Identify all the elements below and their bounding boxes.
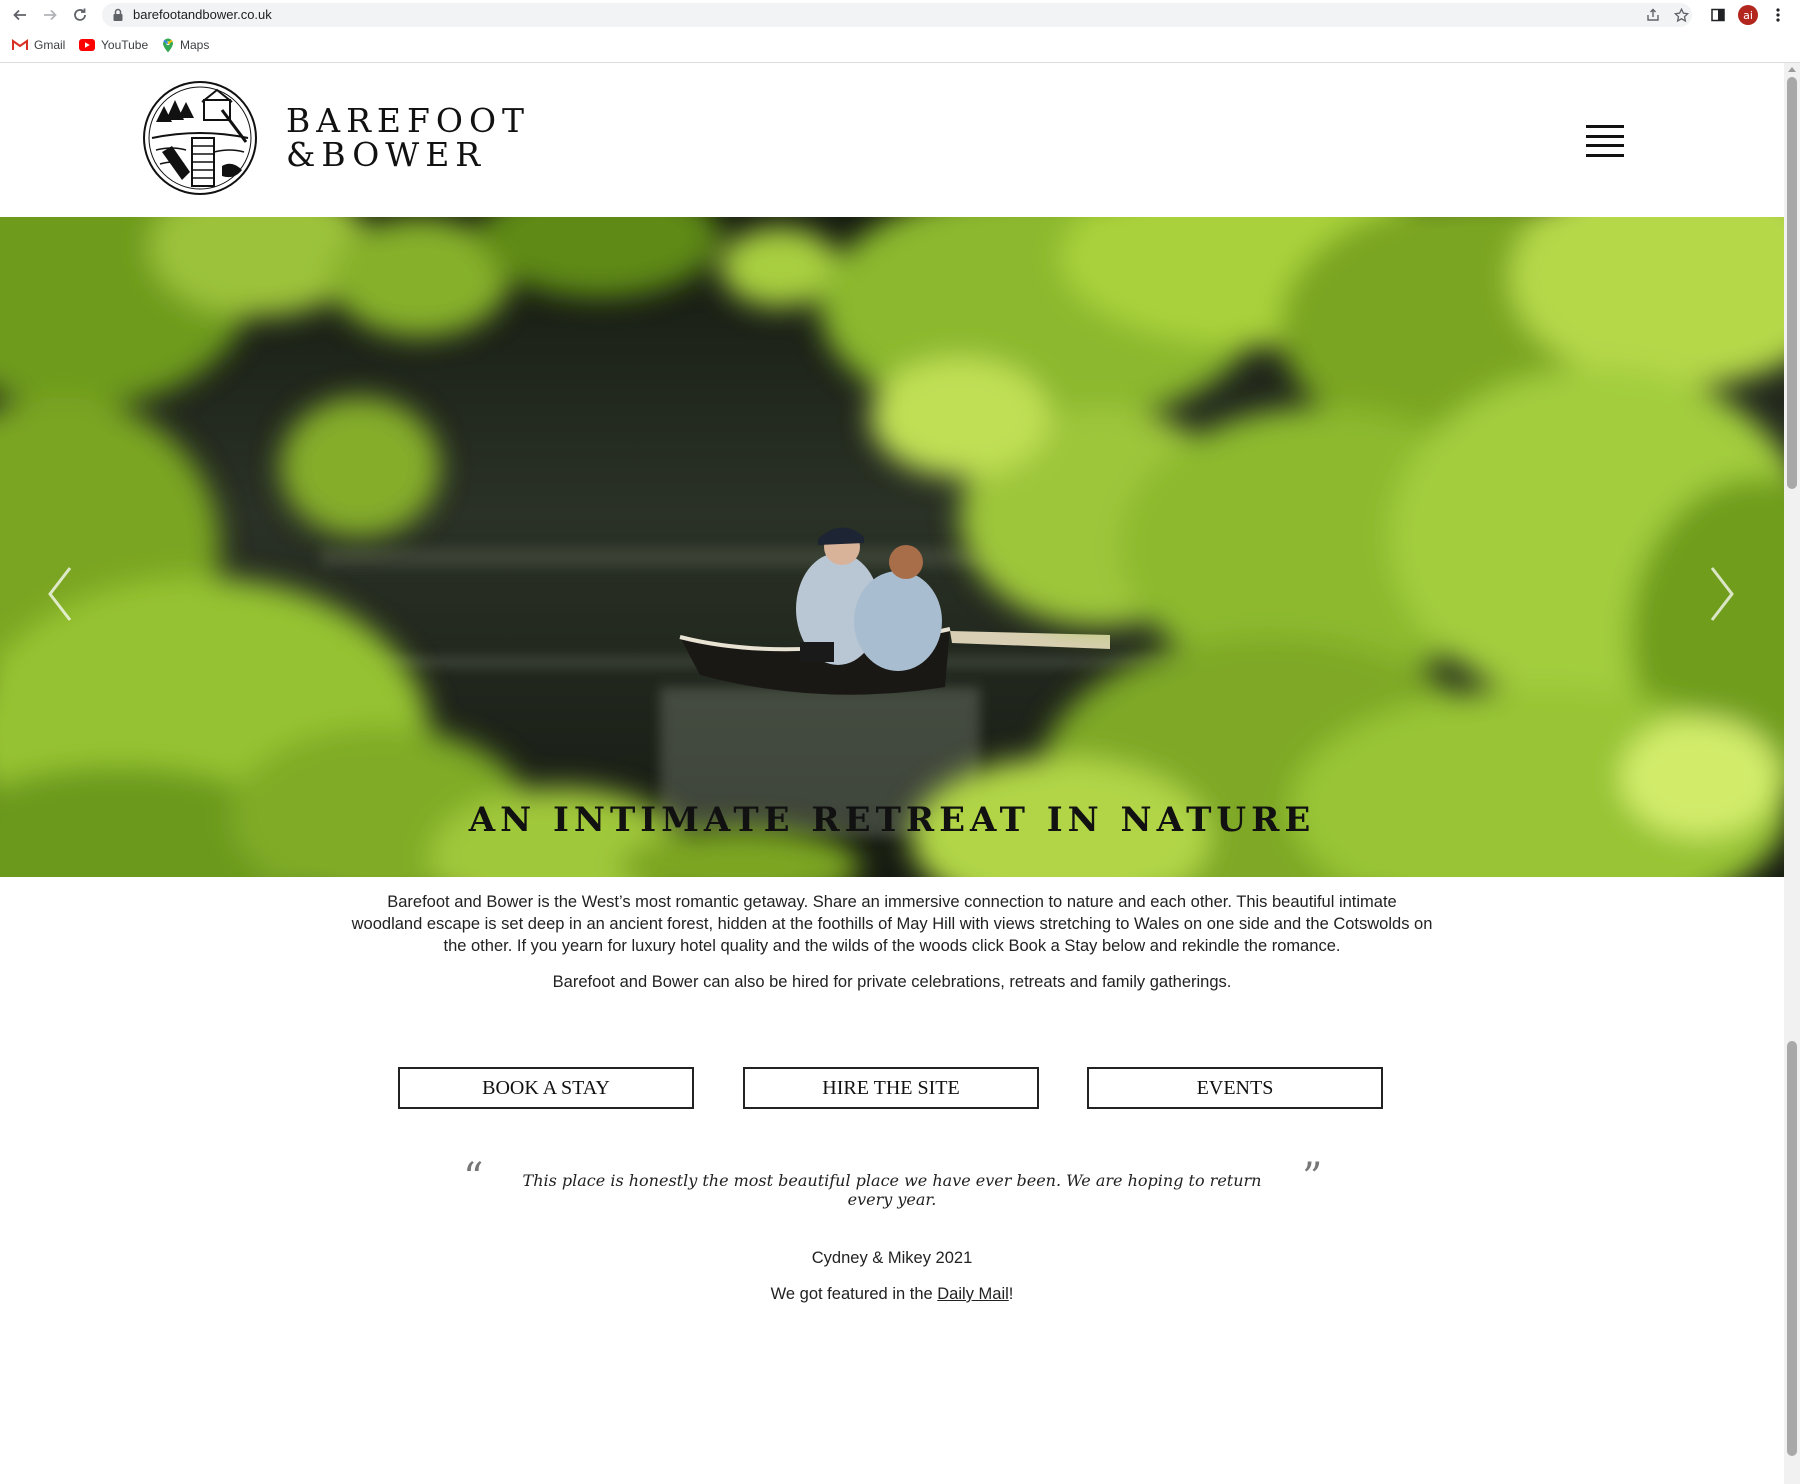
logo-wordmark: BAREFOOT &BOWER bbox=[286, 104, 530, 172]
page-scrollbar[interactable] bbox=[1784, 63, 1800, 1484]
hire-the-site-button[interactable]: HIRE THE SITE bbox=[743, 1067, 1039, 1109]
star-icon bbox=[1673, 7, 1689, 22]
quote-close-mark: ” bbox=[1302, 1155, 1323, 1201]
canoe-photo bbox=[0, 217, 1784, 877]
youtube-icon bbox=[79, 39, 95, 51]
bookmark-youtube[interactable]: YouTube bbox=[79, 35, 148, 55]
side-panel-button[interactable] bbox=[1706, 3, 1730, 27]
back-button[interactable] bbox=[8, 3, 32, 27]
logo-line-2: &BOWER bbox=[286, 135, 487, 174]
browser-menu-button[interactable] bbox=[1766, 3, 1790, 27]
featured-note: We got featured in the Daily Mail! bbox=[0, 1285, 1784, 1304]
intro-text: Barefoot and Bower is the West’s most ro… bbox=[350, 891, 1434, 1007]
maps-icon bbox=[163, 38, 173, 52]
browser-chrome: barefootandbower.co.uk ai Gmail YouTube … bbox=[0, 0, 1800, 63]
bookmark-label: Maps bbox=[180, 38, 210, 52]
bookmark-gmail[interactable]: Gmail bbox=[12, 35, 65, 55]
forward-button[interactable] bbox=[38, 3, 62, 27]
logo-emblem-icon bbox=[143, 81, 257, 195]
hamburger-bar bbox=[1586, 125, 1624, 128]
chevron-right-icon bbox=[1710, 567, 1734, 621]
testimonial-quote: This place is honestly the most beautifu… bbox=[522, 1171, 1262, 1209]
page-title: AN INTIMATE RETREAT IN NATURE bbox=[468, 800, 1316, 840]
url-text: barefootandbower.co.uk bbox=[133, 7, 272, 22]
page-viewport: BAREFOOT &BOWER AN INTIMATE RETREAT IN N… bbox=[0, 63, 1784, 1484]
hero-carousel bbox=[0, 217, 1784, 877]
testimonial-attribution: Cydney & Mikey 2021 bbox=[811, 1249, 973, 1267]
hamburger-bar bbox=[1586, 144, 1624, 148]
scrollbar-thumb-lower[interactable] bbox=[1787, 1041, 1797, 1456]
site-logo[interactable]: BAREFOOT &BOWER bbox=[142, 80, 530, 196]
site-header: BAREFOOT &BOWER bbox=[0, 63, 1784, 218]
address-bar[interactable]: barefootandbower.co.uk bbox=[102, 3, 1692, 27]
avatar: ai bbox=[1738, 5, 1758, 25]
events-button[interactable]: EVENTS bbox=[1087, 1067, 1383, 1109]
carousel-prev-button[interactable] bbox=[42, 562, 78, 626]
profile-button[interactable]: ai bbox=[1736, 3, 1760, 27]
share-icon bbox=[1647, 8, 1659, 21]
daily-mail-link[interactable]: Daily Mail bbox=[937, 1285, 1009, 1303]
forward-arrow-icon bbox=[44, 9, 57, 21]
hamburger-menu-icon[interactable] bbox=[1586, 125, 1624, 157]
side-panel-icon bbox=[1711, 8, 1725, 22]
hamburger-bar bbox=[1586, 134, 1624, 138]
bookmark-star-button[interactable] bbox=[1672, 6, 1690, 24]
lock-icon bbox=[113, 8, 123, 21]
kebab-menu-icon bbox=[1776, 8, 1780, 22]
bookmark-maps[interactable]: Maps bbox=[162, 35, 209, 55]
quote-open-mark: “ bbox=[463, 1155, 484, 1201]
hamburger-bar bbox=[1586, 153, 1624, 157]
share-button[interactable] bbox=[1644, 6, 1662, 24]
gmail-icon bbox=[12, 39, 28, 50]
carousel-next-button[interactable] bbox=[1704, 562, 1740, 626]
reload-icon bbox=[74, 8, 86, 21]
featured-suffix: ! bbox=[1008, 1285, 1014, 1303]
back-arrow-icon bbox=[13, 9, 26, 21]
reload-button[interactable] bbox=[68, 3, 92, 27]
logo-line-1: BAREFOOT bbox=[286, 101, 531, 140]
bookmark-label: Gmail bbox=[34, 38, 66, 52]
featured-prefix: We got featured in the bbox=[770, 1285, 938, 1303]
book-a-stay-button[interactable]: BOOK A STAY bbox=[398, 1067, 694, 1109]
scrollbar-thumb[interactable] bbox=[1787, 77, 1797, 489]
scroll-up-arrow-icon[interactable] bbox=[1788, 67, 1796, 72]
intro-paragraph-2: Barefoot and Bower can also be hired for… bbox=[552, 973, 1232, 991]
chevron-left-icon bbox=[48, 567, 72, 621]
intro-paragraph-1: Barefoot and Bower is the West’s most ro… bbox=[351, 893, 1433, 955]
bookmark-label: YouTube bbox=[101, 38, 149, 52]
